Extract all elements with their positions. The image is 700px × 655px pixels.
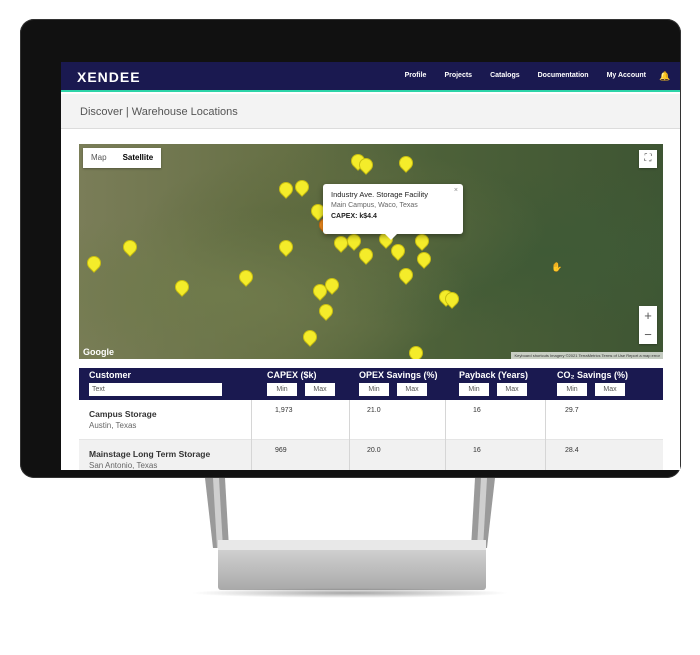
- co2-max-input[interactable]: Max: [595, 383, 625, 396]
- map-marker[interactable]: [344, 231, 364, 251]
- row-opex: 20.0: [367, 447, 381, 454]
- row-capex: 969: [275, 447, 287, 454]
- page-title: Discover | Warehouse Locations: [80, 106, 238, 118]
- table-header: Customer Text CAPEX ($k) Min Max OPEX Sa…: [79, 368, 663, 400]
- map-marker[interactable]: [276, 237, 296, 257]
- capex-min-input[interactable]: Min: [267, 383, 297, 396]
- warehouse-table: Customer Text CAPEX ($k) Min Max OPEX Sa…: [79, 368, 663, 470]
- table-row[interactable]: Mainstage Long Term Storage San Antonio,…: [79, 440, 663, 470]
- top-nav: XENDEE Profile Projects Catalogs Documen…: [61, 62, 680, 92]
- zoom-in-button[interactable]: +: [639, 306, 657, 325]
- popup-capex: CAPEX: k$4.4: [331, 213, 377, 220]
- row-payback: 16: [473, 447, 481, 454]
- map-type-map[interactable]: Map: [83, 148, 115, 168]
- map-marker[interactable]: [414, 249, 434, 269]
- row-capex: 1,973: [275, 407, 293, 414]
- row-co2: 28.4: [565, 447, 579, 454]
- xendee-logo[interactable]: XENDEE: [77, 69, 141, 85]
- popup-facility-name: Industry Ave. Storage Facility: [331, 190, 428, 199]
- bell-icon[interactable]: 🔔: [659, 71, 670, 81]
- map-marker[interactable]: [84, 253, 104, 273]
- map-marker[interactable]: [396, 265, 416, 285]
- map-view[interactable]: Map Satellite ⛶ × Industry Ave. Storage …: [79, 144, 663, 359]
- map-marker[interactable]: [406, 343, 426, 359]
- map-marker[interactable]: [316, 301, 336, 321]
- opex-max-input[interactable]: Max: [397, 383, 427, 396]
- capex-max-input[interactable]: Max: [305, 383, 335, 396]
- map-marker[interactable]: [388, 241, 408, 261]
- marker-info-popup: × Industry Ave. Storage Facility Main Ca…: [323, 184, 463, 240]
- nav-menu: Profile Projects Catalogs Documentation …: [405, 72, 646, 79]
- map-marker[interactable]: [396, 153, 416, 173]
- header-opex[interactable]: OPEX Savings (%): [359, 370, 438, 380]
- row-customer-name: Mainstage Long Term Storage: [89, 449, 211, 459]
- header-customer[interactable]: Customer: [89, 370, 131, 380]
- nav-projects[interactable]: Projects: [444, 72, 472, 79]
- table-row[interactable]: Campus Storage Austin, Texas 1,973 21.0 …: [79, 400, 663, 440]
- nav-documentation[interactable]: Documentation: [538, 72, 589, 79]
- map-marker[interactable]: [236, 267, 256, 287]
- google-logo: Google: [83, 347, 114, 357]
- monitor-frame: XENDEE Profile Projects Catalogs Documen…: [20, 19, 681, 478]
- row-co2: 29.7: [565, 407, 579, 414]
- map-marker[interactable]: [172, 277, 192, 297]
- nav-catalogs[interactable]: Catalogs: [490, 72, 520, 79]
- hand-cursor-icon: ✋: [551, 262, 563, 272]
- screen: XENDEE Profile Projects Catalogs Documen…: [61, 62, 680, 470]
- nav-profile[interactable]: Profile: [405, 72, 427, 79]
- map-marker[interactable]: [412, 231, 432, 251]
- header-payback[interactable]: Payback (Years): [459, 370, 528, 380]
- zoom-control: + −: [639, 306, 657, 344]
- row-payback: 16: [473, 407, 481, 414]
- map-marker[interactable]: [292, 177, 312, 197]
- popup-close-icon[interactable]: ×: [454, 187, 458, 194]
- row-opex: 21.0: [367, 407, 381, 414]
- co2-min-input[interactable]: Min: [557, 383, 587, 396]
- title-bar: Discover | Warehouse Locations: [61, 94, 680, 129]
- map-attribution[interactable]: Keyboard shortcuts Imagery ©2021 TerraMe…: [511, 352, 663, 359]
- opex-min-input[interactable]: Min: [359, 383, 389, 396]
- map-marker[interactable]: [300, 327, 320, 347]
- map-marker[interactable]: [356, 245, 376, 265]
- zoom-out-button[interactable]: −: [639, 325, 657, 344]
- row-customer-location: San Antonio, Texas: [89, 461, 158, 470]
- map-marker[interactable]: [120, 237, 140, 257]
- map-type-control: Map Satellite: [83, 148, 162, 168]
- popup-location: Main Campus, Waco, Texas: [331, 202, 418, 209]
- payback-min-input[interactable]: Min: [459, 383, 489, 396]
- header-capex[interactable]: CAPEX ($k): [267, 370, 317, 380]
- fullscreen-icon[interactable]: ⛶: [639, 150, 657, 168]
- header-co2[interactable]: CO₂ Savings (%): [557, 370, 628, 380]
- row-customer-location: Austin, Texas: [89, 421, 137, 430]
- nav-my-account[interactable]: My Account: [607, 72, 646, 79]
- map-marker[interactable]: [276, 179, 296, 199]
- map-type-satellite[interactable]: Satellite: [115, 148, 162, 168]
- monitor-base-top: [218, 540, 486, 550]
- monitor-base-shadow: [190, 588, 510, 598]
- payback-max-input[interactable]: Max: [497, 383, 527, 396]
- row-customer-name: Campus Storage: [89, 409, 157, 419]
- customer-filter-input[interactable]: Text: [89, 383, 222, 396]
